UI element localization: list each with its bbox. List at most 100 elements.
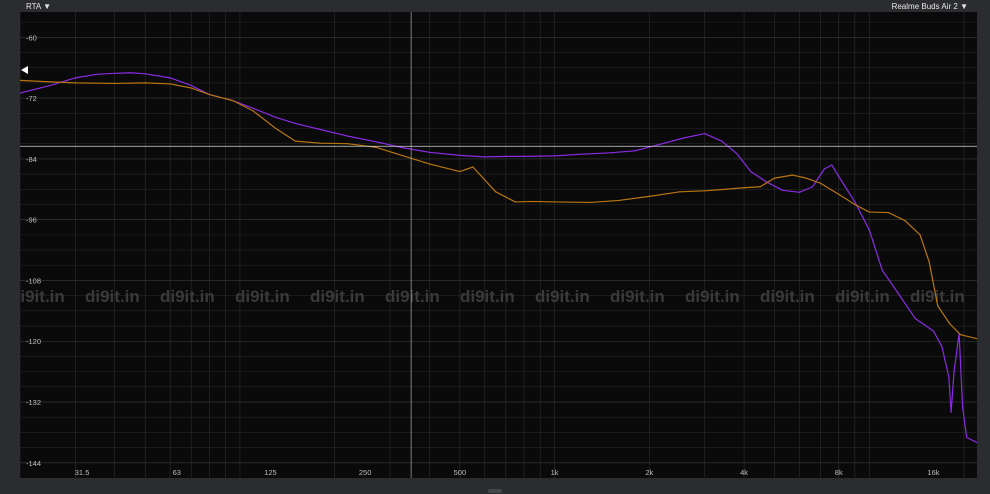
series-point-2: [319, 142, 321, 144]
series-point-2: [679, 191, 681, 193]
device-dropdown[interactable]: Realme Buds Air 2 ▼: [892, 2, 968, 11]
watermark-text: di9it.in: [760, 287, 815, 306]
series-point-2: [948, 322, 951, 325]
series-point-2: [252, 110, 254, 112]
series-point-2: [725, 188, 727, 190]
series-point-2: [819, 182, 822, 184]
device-label: Realme Buds Air 2: [891, 2, 958, 11]
series-point-2: [531, 200, 533, 203]
series-point-2: [868, 211, 870, 213]
series-point-2: [375, 146, 377, 148]
series-point-2: [743, 187, 745, 189]
watermark-text: di9it.in: [610, 287, 665, 306]
x-tick-label: 63: [173, 468, 181, 477]
x-tick-label: 16k: [927, 468, 939, 477]
series-point-1: [95, 73, 98, 75]
series-point-1: [114, 72, 116, 74]
series-point-1: [953, 371, 955, 373]
series-point-1: [319, 128, 321, 131]
series-point-2: [554, 201, 556, 203]
series-point-1: [950, 411, 952, 413]
series-point-1: [941, 345, 943, 347]
series-point-1: [899, 295, 901, 297]
series-point-1: [721, 140, 723, 142]
series-point-1: [798, 191, 801, 193]
series-point-1: [868, 229, 870, 231]
x-tick-label: 250: [359, 468, 372, 477]
horizontal-scroll-handle[interactable]: [488, 489, 502, 493]
y-tick-label: -96: [26, 216, 37, 225]
y-tick-label: -72: [26, 94, 37, 103]
series-point-2: [937, 305, 939, 307]
series-point-1: [932, 330, 935, 332]
series-point-2: [74, 82, 77, 84]
y-tick-label: -84: [26, 155, 37, 164]
watermark-text: di9it.in: [20, 287, 65, 306]
series-point-1: [854, 201, 856, 203]
series-point-2: [589, 201, 592, 204]
series-point-1: [634, 150, 636, 152]
rta-plot-area[interactable]: di9it.in di9it.in di9it.in di9it.in di9it.in…: [20, 12, 977, 478]
series-point-1: [962, 406, 964, 408]
series-point-2: [144, 82, 146, 84]
chevron-down-icon: ▼: [43, 2, 51, 11]
series-point-1: [275, 116, 277, 118]
series-point-1: [74, 77, 77, 79]
series-point-2: [190, 87, 192, 89]
series-point-1: [750, 170, 752, 173]
series-point-2: [472, 166, 474, 168]
series-point-1: [144, 73, 146, 75]
watermark-text: di9it.in: [310, 287, 365, 306]
series-point-1: [428, 151, 430, 153]
series-point-1: [484, 156, 486, 158]
series-point-2: [854, 203, 856, 206]
series-point-2: [428, 163, 430, 165]
x-tick-label: 8k: [835, 468, 843, 477]
rta-mode-dropdown[interactable]: RTA ▼: [26, 2, 51, 11]
series-point-1: [402, 147, 404, 149]
series-point-1: [823, 168, 825, 170]
series-point-2: [791, 174, 794, 176]
x-tick-label: 31.5: [75, 468, 90, 477]
series-point-1: [831, 164, 833, 166]
series-point-1: [736, 153, 738, 155]
y-tick-label: -108: [26, 276, 41, 285]
series-point-2: [208, 93, 211, 96]
level-marker-handle[interactable]: [21, 66, 28, 74]
series-point-2: [618, 199, 620, 202]
series-point-1: [966, 436, 968, 439]
series-point-1: [704, 132, 706, 135]
series-point-2: [704, 190, 706, 192]
series-point-2: [928, 261, 930, 263]
series-point-1: [375, 141, 377, 143]
y-tick-label: -60: [26, 33, 37, 42]
series-point-2: [959, 334, 962, 336]
series-point-2: [459, 170, 461, 173]
series-point-1: [661, 143, 663, 145]
chevron-down-icon: ▼: [960, 2, 968, 11]
y-tick-label: -132: [26, 398, 41, 407]
x-tick-label: 2k: [645, 468, 653, 477]
x-tick-label: 125: [264, 468, 277, 477]
y-tick-label: -144: [26, 459, 41, 468]
watermark-text: di9it.in: [835, 287, 890, 306]
series-point-1: [130, 72, 132, 74]
series-point-2: [232, 100, 234, 102]
watermark-text: di9it.in: [460, 287, 515, 306]
watermark-text: di9it.in: [685, 287, 740, 306]
series-point-1: [169, 77, 171, 79]
series-point-2: [347, 143, 349, 145]
series-point-1: [781, 189, 784, 191]
rta-chart[interactable]: di9it.in di9it.in di9it.in di9it.in di9it.in…: [20, 12, 977, 478]
watermark-text: di9it.in: [160, 287, 215, 306]
series-point-2: [773, 177, 776, 179]
series-point-1: [765, 181, 767, 183]
series-point-1: [554, 155, 556, 157]
series-point-2: [514, 201, 516, 203]
series-point-1: [294, 122, 296, 125]
series-point-2: [294, 140, 296, 142]
y-tick-label: -120: [26, 337, 41, 346]
series-point-2: [169, 83, 171, 85]
series-point-2: [402, 155, 404, 157]
series-point-2: [904, 220, 906, 222]
